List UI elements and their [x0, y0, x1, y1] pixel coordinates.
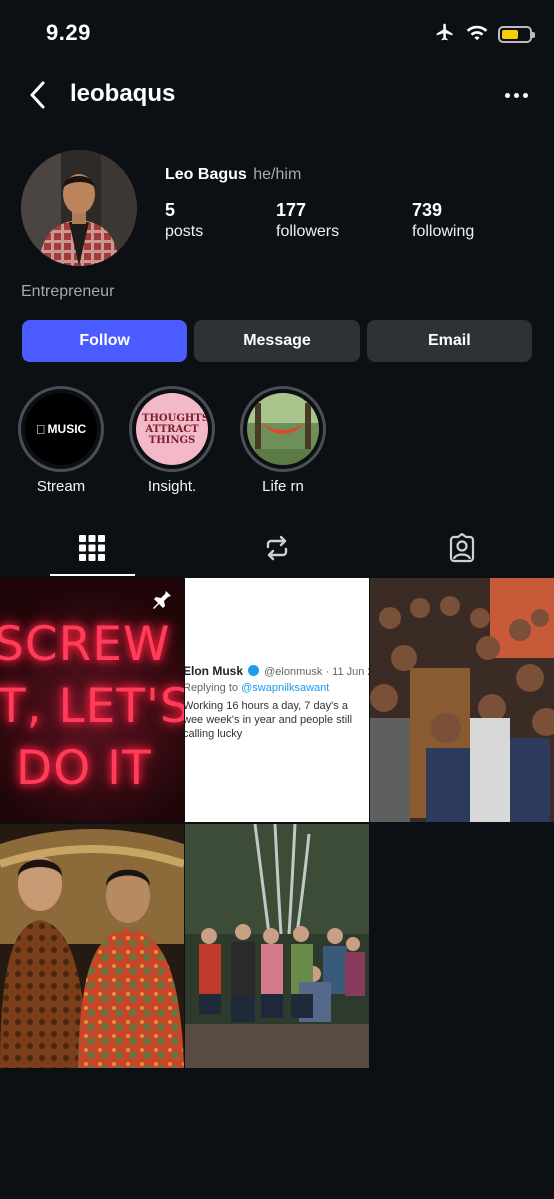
pin-icon	[153, 591, 171, 609]
tagged-person-icon	[449, 533, 474, 563]
highlight-cover-text: THOUGHTS ATTRACT THINGS	[142, 412, 208, 446]
more-dot-icon	[513, 92, 519, 98]
tab-posts-grid[interactable]	[0, 520, 185, 576]
more-dot-icon	[522, 92, 528, 98]
stat-following-value: 739	[412, 200, 443, 220]
highlight-insight[interactable]: THOUGHTS ATTRACT THINGS Insight.	[129, 386, 215, 495]
neon-text-line: IT, LET'S	[0, 679, 184, 734]
stat-following[interactable]: 739 following	[412, 200, 474, 241]
repost-icon	[266, 535, 288, 561]
back-button[interactable]	[22, 78, 52, 112]
status-bar: 9.29	[0, 0, 554, 66]
profile-pronouns: he/him	[253, 166, 302, 183]
profile-tabs	[0, 520, 554, 576]
posts-grid: SCREW IT, LET'S DO IT Elon Musk @elonmus…	[0, 578, 554, 1068]
thoughts-cover: THOUGHTS ATTRACT THINGS	[136, 393, 208, 465]
tweet-author: Elon Musk	[185, 664, 244, 678]
highlight-ring: THOUGHTS ATTRACT THINGS	[129, 386, 215, 472]
highlight-label: Insight.	[147, 478, 197, 495]
tweet-handle: @elonmusk · 11 Jun 20	[264, 666, 369, 678]
post-tile[interactable]: SCREW IT, LET'S DO IT	[0, 578, 184, 822]
message-button[interactable]: Message	[194, 320, 360, 362]
apple-logo-icon: 	[36, 422, 46, 437]
stat-following-label: following	[412, 223, 475, 240]
battery-icon	[498, 26, 535, 43]
airplane-icon	[434, 22, 456, 47]
status-time: 9.29	[46, 20, 91, 45]
apple-music-cover:  MUSIC	[25, 393, 97, 465]
neon-text-line: SCREW	[0, 617, 171, 672]
tweet-reply-to: @swapnilksawant	[241, 682, 330, 694]
stat-posts[interactable]: 5 posts	[165, 200, 203, 241]
profile-bio: Entrepreneur	[21, 283, 115, 300]
stat-followers[interactable]: 177 followers	[276, 200, 339, 241]
post-tile[interactable]	[0, 824, 184, 1068]
neon-text-line: DO IT	[16, 741, 152, 796]
post-tile[interactable]: Elon Musk @elonmusk · 11 Jun 20 Replying…	[185, 578, 369, 822]
highlight-cover-text: MUSIC	[42, 422, 87, 436]
hammock-cover	[247, 393, 319, 465]
highlight-ring:  MUSIC	[18, 386, 104, 472]
header-username: leobaqus	[70, 80, 176, 107]
post-tile[interactable]	[370, 578, 554, 822]
profile-header: leobaqus	[0, 70, 554, 120]
highlight-label: Life rn	[262, 478, 304, 495]
profile-actions: Follow Message Email	[22, 320, 532, 362]
chevron-left-icon	[30, 81, 45, 109]
stat-posts-label: posts	[165, 223, 204, 240]
more-options-button[interactable]	[502, 82, 530, 108]
follow-button[interactable]: Follow	[22, 320, 188, 362]
tweet-reply-prefix: Replying to	[185, 682, 239, 694]
profile-name-row: Leo Bagus he/him	[165, 166, 301, 184]
story-highlights:  MUSIC Stream THOUGHTS ATTRACT THINGS I…	[18, 386, 326, 495]
stat-followers-value: 177	[276, 200, 307, 220]
profile-name: Leo Bagus	[165, 166, 247, 183]
post-tile[interactable]	[185, 824, 369, 1068]
highlight-label: Stream	[36, 478, 86, 495]
more-dot-icon	[504, 92, 510, 98]
tab-reposts[interactable]	[185, 520, 370, 576]
grid-icon	[79, 535, 106, 561]
stat-posts-value: 5	[165, 200, 176, 220]
status-icons	[434, 22, 535, 47]
highlight-ring	[240, 386, 326, 472]
highlight-life[interactable]: Life rn	[240, 386, 326, 495]
verified-badge-icon	[248, 665, 260, 676]
avatar[interactable]	[21, 150, 137, 266]
email-button[interactable]: Email	[366, 320, 532, 362]
tweet-body: Working 16 hours a day, 7 day's a wee we…	[185, 700, 353, 740]
highlight-stream[interactable]:  MUSIC Stream	[18, 386, 104, 495]
wifi-icon	[466, 23, 488, 46]
stat-followers-label: followers	[276, 223, 340, 240]
tab-tagged[interactable]	[369, 520, 554, 576]
